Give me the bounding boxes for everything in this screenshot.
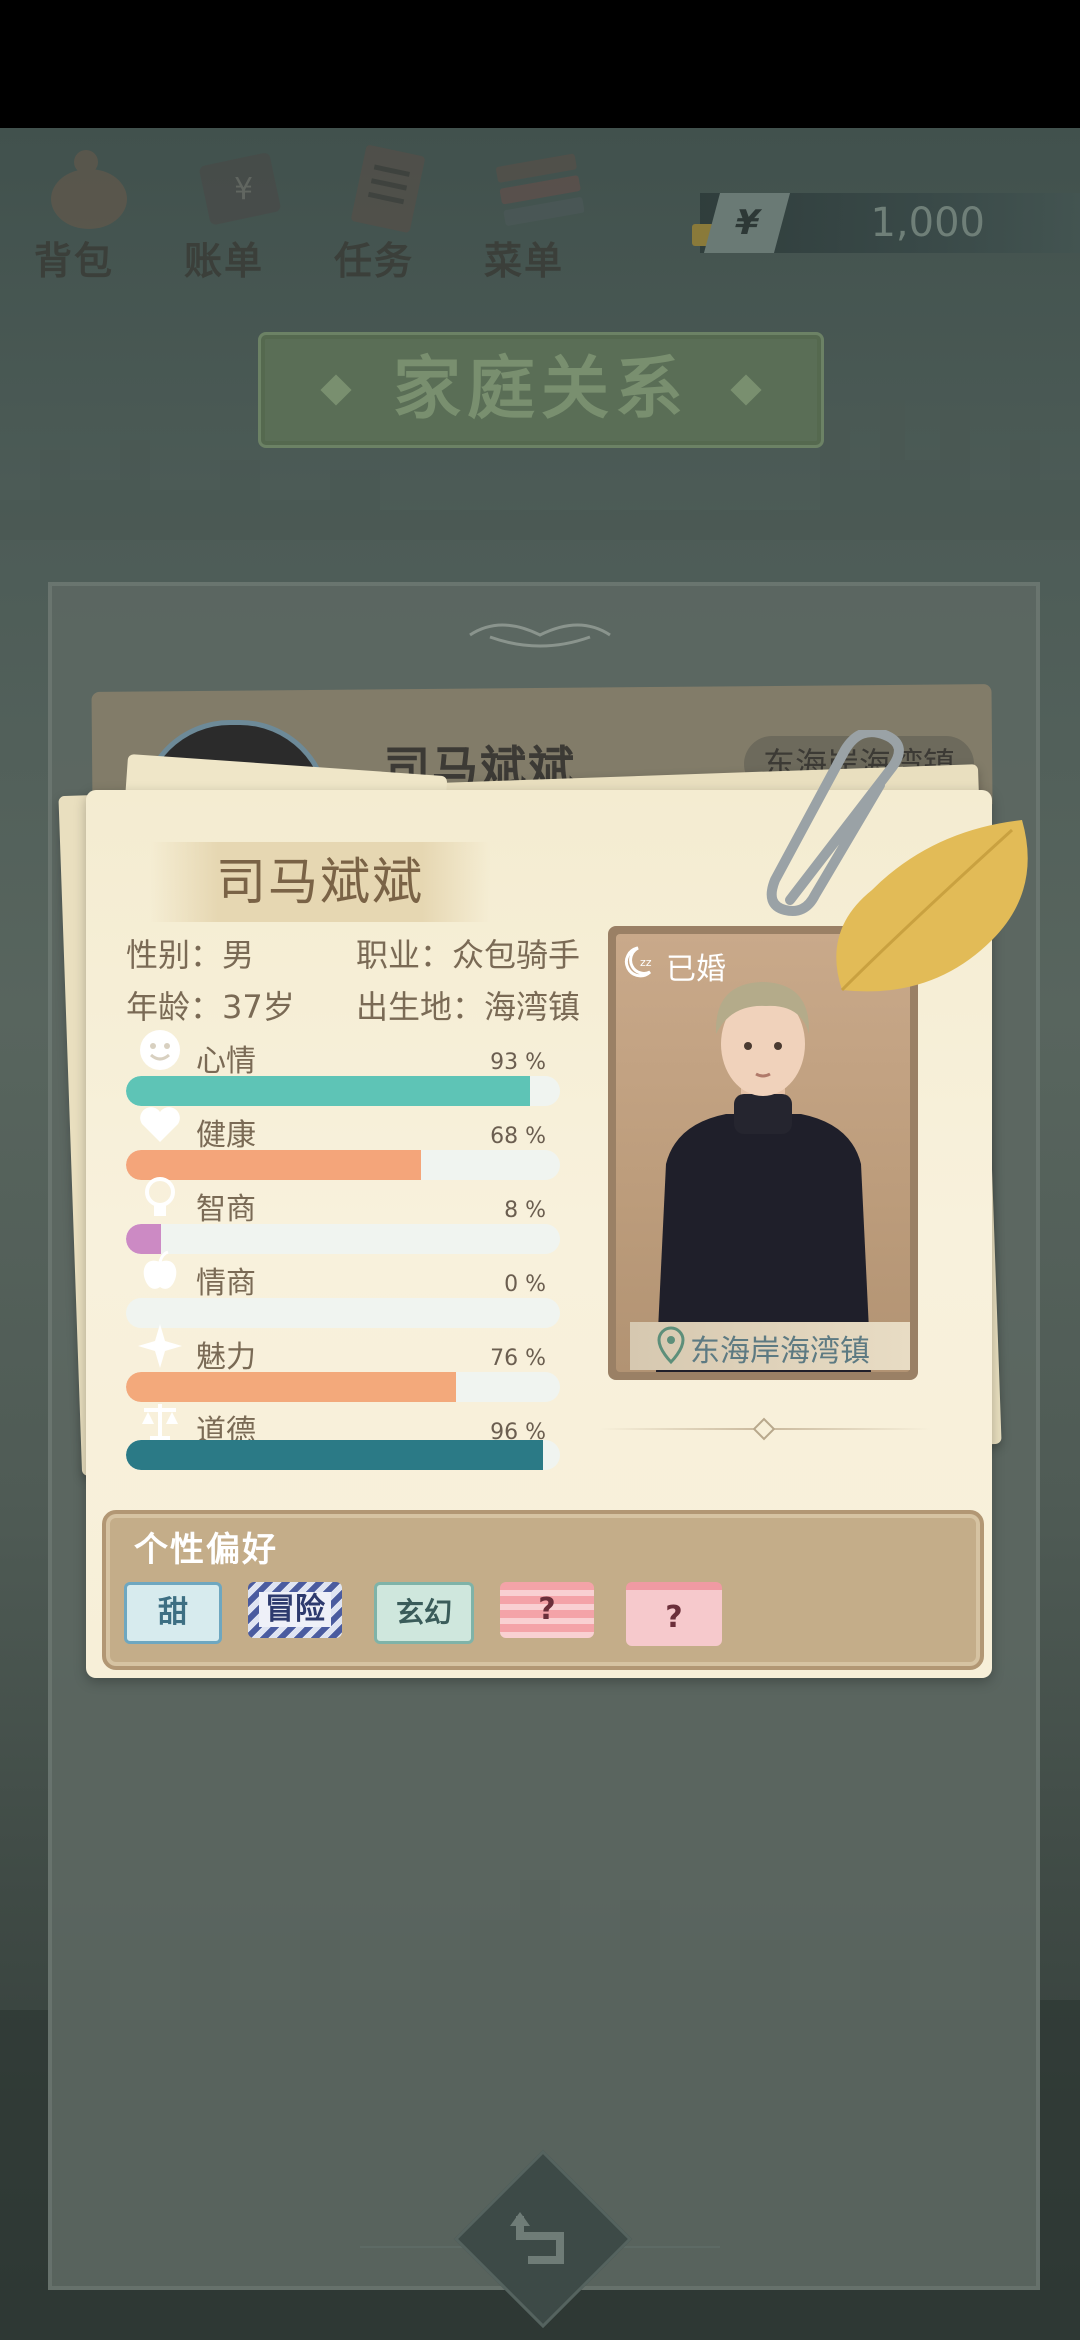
- birthplace-value: 海湾镇: [484, 988, 581, 1026]
- stat-bar-health: [126, 1150, 560, 1180]
- heart-icon: [140, 1107, 180, 1142]
- bill-icon: ¥: [199, 153, 281, 225]
- menu-bag-button[interactable]: 背包: [14, 140, 134, 290]
- divider: [360, 2246, 470, 2248]
- job-info: 职业：众包骑手: [356, 930, 580, 976]
- pref-tag-adventure-label: 冒险: [259, 1592, 331, 1627]
- menu-task-label: 任务: [333, 239, 414, 283]
- ginkgo-leaf-icon: [836, 820, 1028, 992]
- job-label: 职业：: [356, 936, 453, 974]
- stat-bar-mood: [126, 1076, 560, 1106]
- status-bar: [0, 0, 1080, 128]
- bulb-icon: [145, 1177, 175, 1216]
- stat-label-eq: 情商: [196, 1266, 256, 1301]
- birthplace-info: 出生地：海湾镇: [356, 982, 580, 1028]
- stat-label-charm: 魅力: [196, 1340, 256, 1375]
- age-info: 年龄：37岁: [126, 982, 295, 1028]
- stat-label-mood: 心情: [196, 1044, 256, 1079]
- stat-bar-fill-mood: [126, 1076, 530, 1106]
- menu-icon: [496, 153, 584, 226]
- sparkle-icon: [138, 1324, 182, 1368]
- location-text: 东海岸海湾镇: [690, 1334, 870, 1369]
- preferences-title: 个性偏好: [134, 1530, 278, 1570]
- age-label: 年龄：: [126, 988, 223, 1026]
- stat-percent-health: 68 %: [490, 1124, 546, 1149]
- pref-tag-unknown-2[interactable]: ?: [626, 1582, 722, 1646]
- svg-text:zz: zz: [640, 956, 652, 969]
- divider: [610, 2246, 720, 2248]
- stat-label-health: 健康: [196, 1118, 256, 1153]
- menu-menu-label: 菜单: [483, 239, 564, 283]
- stat-bar-morality: [126, 1440, 560, 1470]
- task-icon: [351, 145, 425, 233]
- menu-menu-button[interactable]: 菜单: [464, 140, 584, 290]
- gender-label: 性别：: [126, 936, 223, 974]
- sleep-icon: zz: [624, 946, 652, 978]
- bag-icon: [51, 150, 127, 229]
- job-value: 众包骑手: [452, 936, 581, 974]
- stat-percent-eq: 0 %: [504, 1272, 546, 1297]
- menu-bag-label: 背包: [33, 239, 114, 283]
- marital-status: 已婚: [666, 952, 726, 987]
- pref-tag-sweet[interactable]: 甜: [124, 1582, 222, 1644]
- character-name: 司马斌斌: [216, 853, 424, 911]
- page-title-banner: 家庭关系: [258, 332, 824, 448]
- stat-bar-eq: [126, 1298, 560, 1328]
- back-arrow-icon: [510, 2212, 564, 2264]
- stat-percent-mood: 93 %: [490, 1050, 546, 1075]
- pref-tag-unknown-1[interactable]: ?: [500, 1582, 594, 1638]
- menu-bill-button[interactable]: ¥ 账单: [164, 140, 284, 290]
- pref-tag-fantasy[interactable]: 玄幻: [374, 1582, 474, 1644]
- svg-text:¥: ¥: [234, 172, 253, 207]
- ornament-icon: [469, 623, 611, 648]
- stat-percent-charm: 76 %: [490, 1346, 546, 1371]
- stat-label-iq: 智商: [196, 1192, 256, 1227]
- menu-task-button[interactable]: 任务: [314, 140, 434, 290]
- menu-bill-label: 账单: [183, 239, 264, 283]
- stat-bar-fill-morality: [126, 1440, 543, 1470]
- gender-value: 男: [222, 936, 255, 974]
- age-value: 37岁: [222, 988, 295, 1026]
- pref-tag-adventure[interactable]: 冒险: [248, 1582, 342, 1638]
- location-pin-icon: [657, 1326, 685, 1365]
- gender-info: 性别：男: [126, 930, 254, 976]
- apple-icon: [143, 1250, 177, 1289]
- currency-amount: 1,000: [870, 200, 985, 246]
- birthplace-label: 出生地：: [356, 988, 485, 1026]
- stat-percent-iq: 8 %: [504, 1198, 546, 1223]
- scale-icon: [142, 1404, 178, 1440]
- smile-icon: [140, 1030, 180, 1070]
- stat-bar-iq: [126, 1224, 560, 1254]
- stat-bar-charm: [126, 1372, 560, 1402]
